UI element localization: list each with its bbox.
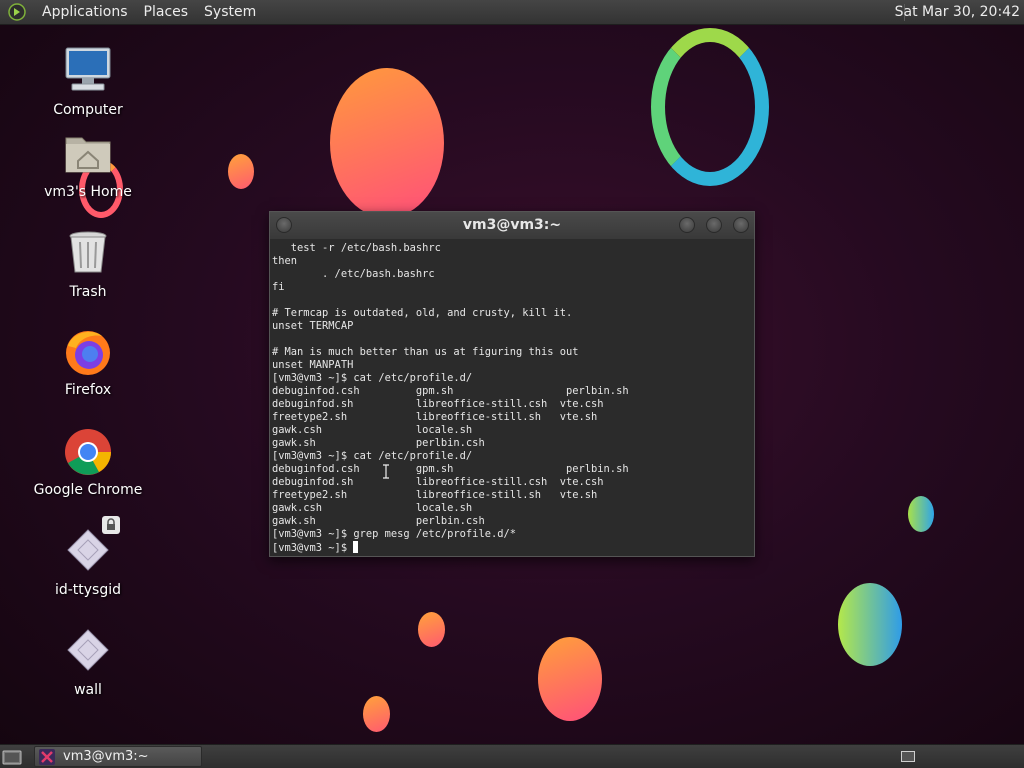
terminal-output[interactable]: test -r /etc/bash.bashrc then . /etc/bash… xyxy=(270,239,754,557)
desktop-icon-label: vm3's Home xyxy=(44,184,132,200)
desktop-icon-label: id-ttysgid xyxy=(54,582,122,598)
desktop-icon-label: Google Chrome xyxy=(33,482,143,498)
wallpaper-bubble xyxy=(418,612,445,647)
desktop-icon-home[interactable]: vm3's Home xyxy=(23,128,153,200)
show-desktop-icon[interactable] xyxy=(2,748,22,766)
terminal-titlebar[interactable]: vm3@vm3:~ xyxy=(270,212,754,239)
window-menu-button[interactable] xyxy=(276,217,292,233)
terminal-line: test -r /etc/bash.bashrc xyxy=(272,242,441,254)
close-button[interactable] xyxy=(733,217,749,233)
desktop-icon-computer[interactable]: Computer xyxy=(23,46,153,118)
terminal-line: # Man is much better than us at figuring… xyxy=(272,346,579,358)
home-folder-icon xyxy=(62,128,114,180)
terminal-line: then xyxy=(272,255,298,267)
terminal-cursor xyxy=(353,541,359,553)
terminal-line: [vm3@vm3 ~]$ cat /etc/profile.d/ xyxy=(272,372,473,384)
script-file-icon xyxy=(62,626,114,678)
wallpaper-bubble xyxy=(908,496,934,532)
taskbar-button-label: vm3@vm3:~ xyxy=(63,749,149,764)
wallpaper-bubble xyxy=(838,583,902,666)
terminal-line: gawk.sh perlbin.csh xyxy=(272,437,485,449)
terminal-line: debuginfod.sh libreoffice-still.csh vte.… xyxy=(272,398,604,410)
taskbar-terminal-button[interactable]: vm3@vm3:~ xyxy=(34,746,202,767)
wallpaper-ring xyxy=(651,28,769,186)
text-cursor-icon xyxy=(383,464,389,479)
terminal-title: vm3@vm3:~ xyxy=(462,217,562,233)
wallpaper-bubble xyxy=(330,68,444,218)
terminal-app-icon xyxy=(39,749,55,765)
desktop-icon-chrome[interactable]: Google Chrome xyxy=(23,426,153,498)
minimize-button[interactable] xyxy=(679,217,695,233)
terminal-prompt: [vm3@vm3 ~]$ xyxy=(272,542,354,554)
desktop-icon-label: Firefox xyxy=(64,382,112,398)
desktop-icon-label: Trash xyxy=(69,284,107,300)
terminal-line: fi xyxy=(272,281,285,293)
maximize-button[interactable] xyxy=(706,217,722,233)
desktop-icon-label: Computer xyxy=(53,102,123,118)
terminal-line: debuginfod.csh gpm.sh perlbin.sh xyxy=(272,463,629,475)
applications-menu[interactable]: Applications xyxy=(34,0,136,25)
terminal-line: freetype2.sh libreoffice-still.sh vte.sh xyxy=(272,489,598,501)
terminal-window[interactable]: vm3@vm3:~ test -r /etc/bash.bashrc then .… xyxy=(269,211,755,557)
desktop-icon-firefox[interactable]: Firefox xyxy=(23,326,153,398)
chrome-icon xyxy=(62,426,114,478)
terminal-line: [vm3@vm3 ~]$ grep mesg /etc/profile.d/* xyxy=(272,528,516,540)
desktop-icon-trash[interactable]: Trash xyxy=(23,228,153,300)
terminal-line: unset MANPATH xyxy=(272,359,354,371)
terminal-line: gawk.csh locale.sh xyxy=(272,424,473,436)
desktop-icon-id-ttysgid[interactable]: id-ttysgid xyxy=(23,516,153,598)
desktop-icon-label: wall xyxy=(74,682,102,698)
wallpaper-bubble xyxy=(363,696,390,732)
terminal-line: freetype2.sh libreoffice-still.sh vte.sh xyxy=(272,411,598,423)
lock-emblem-icon xyxy=(102,516,120,534)
places-menu[interactable]: Places xyxy=(136,0,197,25)
desktop-icon-wall[interactable]: wall xyxy=(23,626,153,698)
terminal-prompt-line[interactable]: [vm3@vm3 ~]$ xyxy=(272,541,754,555)
terminal-line: debuginfod.sh libreoffice-still.csh vte.… xyxy=(272,476,604,488)
mate-logo-icon[interactable] xyxy=(8,3,26,21)
terminal-line: gawk.csh locale.sh xyxy=(272,502,473,514)
workspace-switcher[interactable] xyxy=(901,751,915,762)
terminal-line: [vm3@vm3 ~]$ cat /etc/profile.d/ xyxy=(272,450,473,462)
clock[interactable]: Sat Mar 30, 20:42 xyxy=(895,0,1020,25)
system-menu[interactable]: System xyxy=(196,0,264,25)
terminal-line: # Termcap is outdated, old, and crusty, … xyxy=(272,307,573,319)
trash-icon xyxy=(62,228,114,280)
computer-icon xyxy=(62,46,114,98)
terminal-line: unset TERMCAP xyxy=(272,320,354,332)
terminal-line: debuginfod.csh gpm.sh perlbin.sh xyxy=(272,385,629,397)
wallpaper-bubble xyxy=(228,154,254,189)
terminal-line: gawk.sh perlbin.csh xyxy=(272,515,485,527)
bottom-panel: vm3@vm3:~ xyxy=(0,744,1024,768)
firefox-icon xyxy=(62,326,114,378)
wallpaper-bubble xyxy=(538,637,602,721)
terminal-line: . /etc/bash.bashrc xyxy=(272,268,435,280)
top-panel: Applications Places System Sat Mar 30, 2… xyxy=(0,0,1024,25)
